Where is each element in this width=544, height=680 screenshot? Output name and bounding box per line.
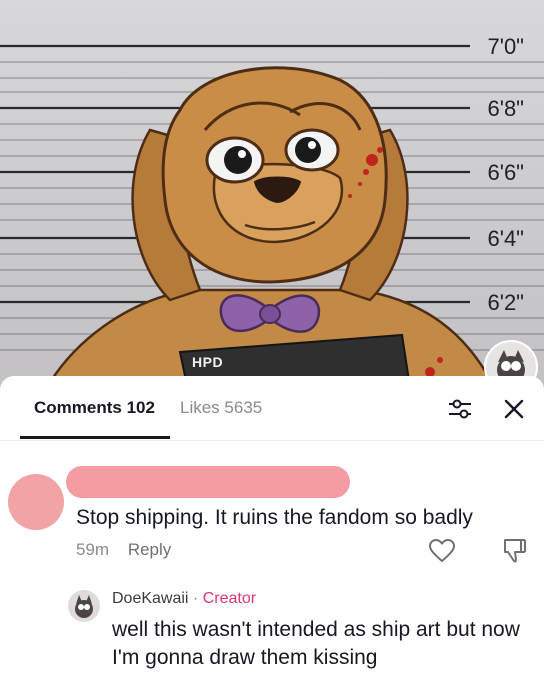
height-mark-6-6: 6'6"	[487, 160, 524, 185]
redacted-username	[66, 466, 350, 498]
commenter-avatar[interactable]	[8, 474, 64, 530]
sign-text: HPD	[192, 354, 224, 370]
filter-button[interactable]	[446, 396, 474, 422]
tab-comments[interactable]: Comments 102	[34, 398, 155, 418]
comment-meta: 59m Reply	[76, 540, 171, 560]
active-tab-indicator	[20, 436, 170, 439]
comments-sheet: Comments 102 Likes 5635 Stop shipping. I…	[0, 376, 544, 680]
comments-tabs: Comments 102 Likes 5635	[0, 376, 544, 441]
comment-text: Stop shipping. It ruins the fandom so ba…	[76, 506, 473, 529]
height-mark-6-2: 6'2"	[487, 290, 524, 315]
like-button[interactable]	[428, 538, 456, 564]
close-button[interactable]	[500, 395, 528, 423]
height-mark-6-8: 6'8"	[487, 96, 524, 121]
comment-time: 59m	[76, 540, 110, 559]
reply-author-avatar[interactable]	[68, 590, 100, 622]
mugshot-illustration	[0, 44, 544, 400]
separator-dot: ·	[188, 590, 203, 607]
reply-text: well this wasn't intended as ship art bu…	[112, 618, 520, 669]
reply-author-name[interactable]: DoeKawaii	[112, 590, 188, 607]
creator-badge: Creator	[202, 590, 257, 607]
reply-author-line: DoeKawaii · Creator	[112, 590, 256, 608]
dislike-icon	[504, 539, 526, 563]
tab-likes[interactable]: Likes 5635	[180, 398, 262, 418]
height-mark-6-4: 6'4"	[487, 226, 524, 251]
dislike-button[interactable]	[500, 536, 528, 564]
avatar-illustration	[75, 595, 93, 618]
reply-button[interactable]: Reply	[128, 540, 171, 559]
video-artwork: 7'0" 6'8" 6'6" 6'4" 6'2" HPD	[0, 0, 544, 400]
height-mark-7-0: 7'0"	[487, 34, 524, 59]
close-icon	[504, 399, 524, 419]
heart-icon	[429, 539, 455, 562]
sliders-icon	[449, 399, 471, 419]
